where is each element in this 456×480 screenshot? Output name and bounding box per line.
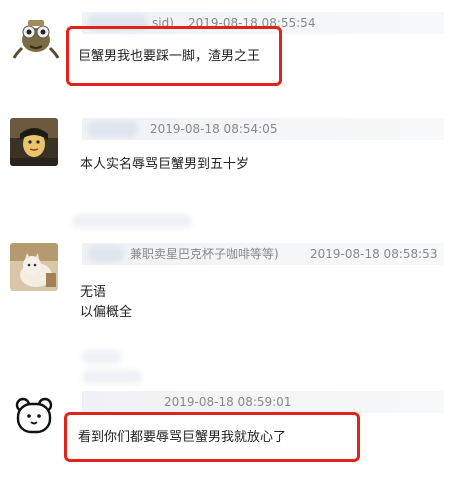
comment-timestamp: 2019-08-18 08:58:53	[310, 247, 438, 261]
comment-text: 看到你们都要辱骂巨蟹男我就放心了	[78, 430, 287, 445]
frog-mascot-avatar[interactable]	[10, 10, 62, 62]
comment-text: 巨蟹男我也要踩一脚，渣男之王	[78, 49, 261, 64]
comment-text: 本人实名辱骂巨蟹男到五十岁	[80, 157, 250, 172]
username-suffix: 兼职卖星巴克杯子咖啡等等)	[130, 247, 279, 261]
girl-photo-avatar[interactable]	[10, 118, 58, 166]
username-blurred[interactable]	[88, 121, 138, 137]
username-blurred[interactable]	[88, 246, 124, 262]
comment-text-line-2: 以偏概全	[80, 305, 133, 320]
comment-text-line-1: 无语	[80, 285, 107, 300]
cat-photo-avatar[interactable]	[10, 243, 58, 291]
blurred-content	[72, 214, 192, 228]
blurred-content	[82, 350, 122, 364]
comment-timestamp: 2019-08-18 08:54:05	[150, 122, 278, 136]
comment-timestamp: 2019-08-18 08:59:01	[164, 395, 292, 409]
bear-face-avatar[interactable]	[14, 396, 54, 436]
blurred-content	[82, 370, 142, 384]
